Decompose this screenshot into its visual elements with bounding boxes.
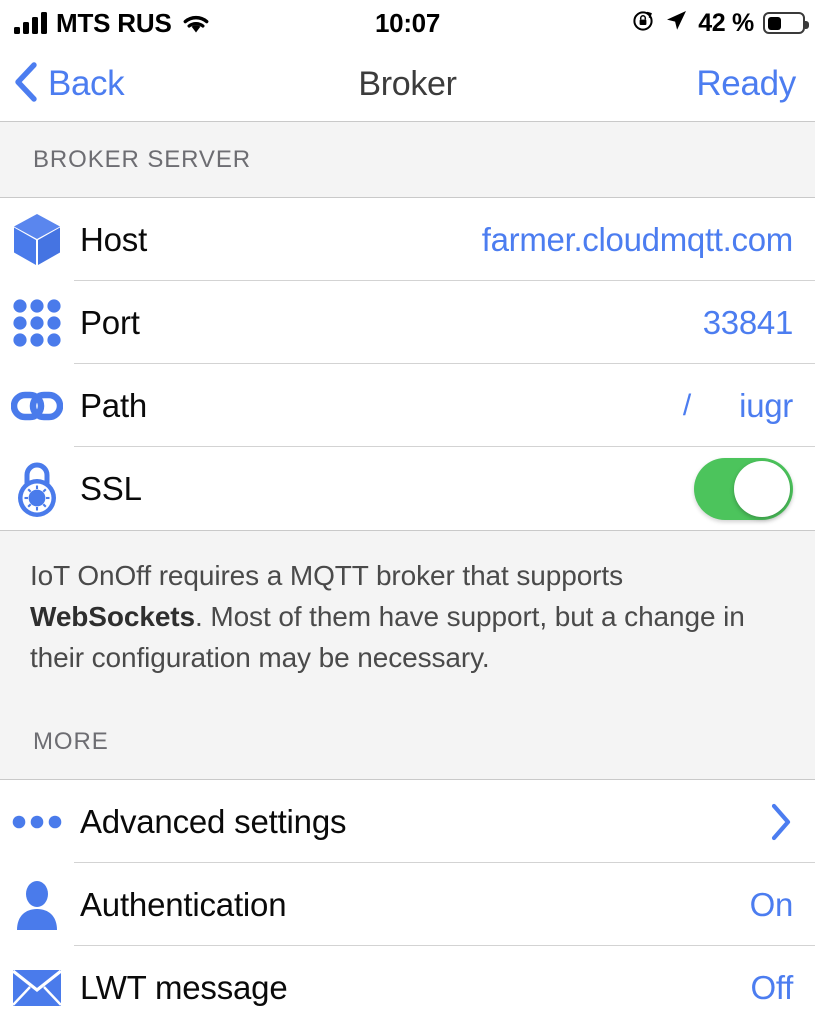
- list-item-label: Authentication: [80, 885, 287, 923]
- envelope-icon: [6, 969, 68, 1007]
- list-item-path[interactable]: Path / iugr: [0, 364, 815, 447]
- list-item-ssl[interactable]: SSL: [0, 447, 815, 530]
- list-item-authentication[interactable]: Authentication On: [0, 863, 815, 946]
- list-item-advanced-settings[interactable]: Advanced settings: [0, 780, 815, 863]
- rotation-lock-icon: [631, 9, 655, 38]
- status-bar: MTS RUS 10:07 42 %: [0, 0, 815, 46]
- person-icon: [6, 880, 68, 930]
- navigation-bar: Back Broker Ready: [0, 46, 815, 122]
- three-dots-icon: [6, 813, 68, 831]
- list-item-label: Host: [80, 220, 148, 258]
- list-item-label: Path: [80, 386, 148, 424]
- cube-icon: [6, 212, 68, 268]
- page-title-label: Broker: [358, 64, 457, 103]
- battery-fill: [767, 16, 782, 30]
- section-header-label: MORE: [33, 727, 109, 755]
- path-value[interactable]: iugr: [739, 387, 793, 425]
- chevron-right-icon: [769, 802, 793, 842]
- path-value-group: / iugr: [683, 387, 793, 425]
- ready-button[interactable]: Ready: [696, 46, 796, 122]
- battery-percent-label: 42 %: [698, 8, 754, 37]
- broker-server-list: Host farmer.cloudmqtt.com Port 33841 Pat…: [0, 198, 815, 530]
- section-header-label: BROKER SERVER: [33, 145, 251, 173]
- battery-icon: [763, 12, 809, 34]
- list-item-label: Port: [80, 303, 140, 341]
- port-value[interactable]: 33841: [703, 304, 794, 342]
- toggle-knob: [734, 460, 790, 517]
- ready-button-label: Ready: [696, 64, 796, 103]
- phone-screen: MTS RUS 10:07 42 % Back Broker Ready BRO…: [0, 0, 815, 1024]
- chain-link-icon: [6, 386, 68, 426]
- list-item-host[interactable]: Host farmer.cloudmqtt.com: [0, 198, 815, 281]
- host-value[interactable]: farmer.cloudmqtt.com: [482, 221, 794, 259]
- page-title: Broker: [0, 46, 815, 122]
- footer-note-text: IoT OnOff requires a MQTT broker that su…: [30, 555, 785, 678]
- footer-text-bold: WebSockets: [30, 601, 195, 632]
- section-header-broker-server: BROKER SERVER: [0, 122, 815, 198]
- status-bar-right: 42 %: [631, 0, 809, 46]
- more-list: Advanced settings Authentication On LWT …: [0, 780, 815, 1024]
- footer-text-before: IoT OnOff requires a MQTT broker that su…: [30, 560, 623, 591]
- keypad-grid-icon: [6, 298, 68, 348]
- list-item-label: Advanced settings: [80, 802, 347, 840]
- list-item-label: SSL: [80, 469, 142, 507]
- section-header-more: MORE: [0, 704, 815, 780]
- section-footer-note: IoT OnOff requires a MQTT broker that su…: [0, 530, 815, 704]
- location-arrow-icon: [664, 8, 689, 38]
- authentication-value: On: [749, 885, 794, 923]
- list-item-label: LWT message: [80, 968, 288, 1006]
- lwt-message-value: Off: [750, 968, 793, 1006]
- ssl-toggle[interactable]: [694, 457, 793, 520]
- padlock-icon: [6, 458, 68, 520]
- clock-label: 10:07: [375, 7, 440, 38]
- list-item-port[interactable]: Port 33841: [0, 281, 815, 364]
- list-item-lwt-message[interactable]: LWT message Off: [0, 946, 815, 1024]
- path-prefix: /: [682, 388, 692, 422]
